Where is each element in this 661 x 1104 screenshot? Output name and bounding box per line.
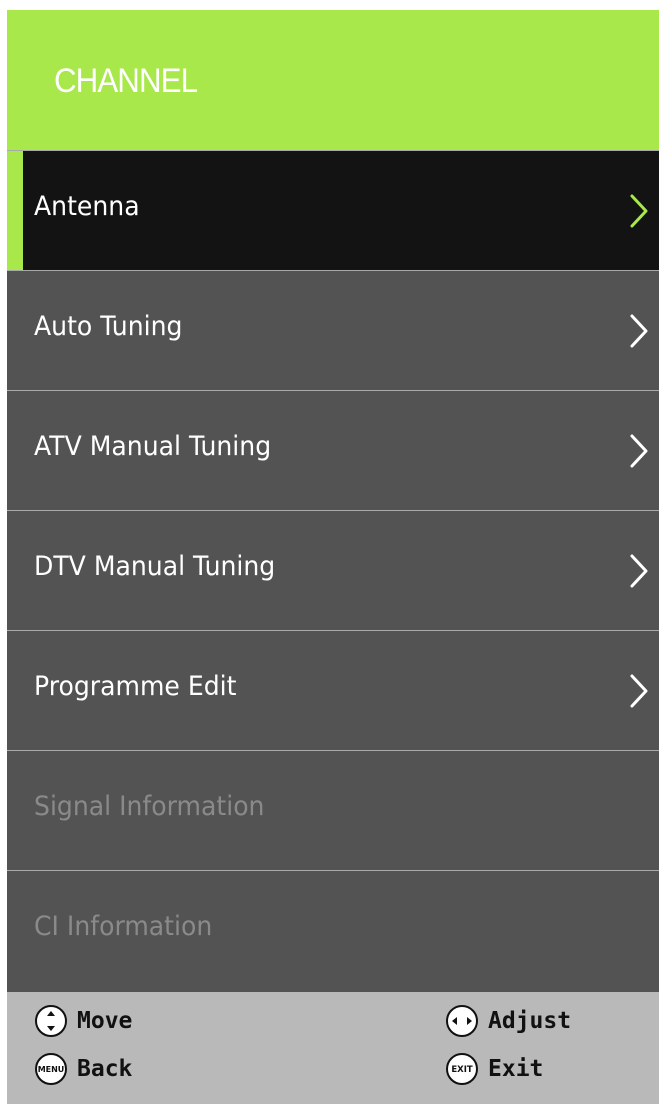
exit-key-text: EXIT	[451, 1065, 473, 1075]
menu-header: CHANNEL	[7, 10, 659, 150]
hint-exit-label: Exit	[488, 1056, 544, 1082]
menu-item-label: DTV Manual Tuning	[34, 551, 276, 582]
chevron-right-icon	[629, 553, 649, 589]
hint-adjust: Adjust	[444, 1003, 571, 1039]
chevron-right-icon	[629, 433, 649, 469]
menu-item-dtv-manual-tuning[interactable]: DTV Manual Tuning	[7, 510, 659, 630]
menu-item-label: CI Information	[34, 911, 213, 942]
chevron-right-icon	[629, 193, 649, 229]
hint-back: MENU Back	[33, 1051, 132, 1087]
menu-item-programme-edit[interactable]: Programme Edit	[7, 630, 659, 750]
left-right-icon	[446, 1005, 478, 1037]
menu-item-auto-tuning[interactable]: Auto Tuning	[7, 270, 659, 390]
selection-accent-bar	[7, 151, 23, 270]
menu-item-label: ATV Manual Tuning	[34, 431, 272, 462]
hint-back-label: Back	[77, 1056, 133, 1082]
menu-item-label: Auto Tuning	[34, 311, 183, 342]
key-hint-bar: Move MENU Back Adjust EXIT Exit	[7, 992, 659, 1104]
exit-key-icon: EXIT	[446, 1053, 478, 1085]
menu-key-text: MENU	[38, 1065, 65, 1074]
menu-item-signal-information[interactable]: Signal Information	[7, 750, 659, 870]
menu-key-icon: MENU	[35, 1053, 67, 1085]
hint-move: Move	[33, 1003, 132, 1039]
menu-item-label: Antenna	[34, 191, 140, 222]
menu-item-ci-information[interactable]: CI Information	[7, 870, 659, 990]
menu-item-atv-manual-tuning[interactable]: ATV Manual Tuning	[7, 390, 659, 510]
menu-item-antenna[interactable]: Antenna	[7, 150, 659, 270]
chevron-right-icon	[629, 673, 649, 709]
hint-move-label: Move	[77, 1008, 133, 1034]
hint-exit: EXIT Exit	[444, 1051, 543, 1087]
hint-adjust-label: Adjust	[488, 1008, 572, 1034]
up-down-icon	[35, 1005, 67, 1037]
channel-menu: CHANNEL Antenna Auto Tuning ATV Manual T…	[7, 10, 659, 1104]
menu-title: CHANNEL	[54, 62, 198, 100]
chevron-right-icon	[629, 313, 649, 349]
menu-item-label: Programme Edit	[34, 671, 237, 702]
menu-item-label: Signal Information	[34, 791, 265, 822]
menu-items: Antenna Auto Tuning ATV Manual Tuning DT…	[7, 150, 659, 990]
